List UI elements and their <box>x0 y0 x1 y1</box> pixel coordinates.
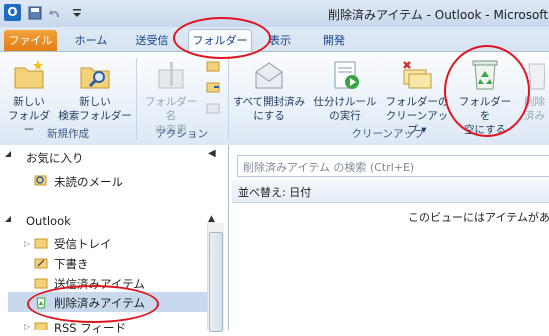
open-envelope-icon <box>252 58 286 92</box>
nav-scrollbar-thumb[interactable] <box>209 232 223 332</box>
tab-view[interactable]: 表示 <box>260 30 300 52</box>
run-rules-icon <box>328 58 362 92</box>
collapse-account-icon[interactable] <box>4 215 12 225</box>
group-label-cleanup: クリーンアップ <box>351 128 425 140</box>
group-label-actions: アクション <box>156 128 208 140</box>
collapse-favorites-icon[interactable] <box>4 150 12 160</box>
tab-folder[interactable]: フォルダー <box>188 29 252 53</box>
sort-bar[interactable]: 並べ替え: 日付 <box>232 180 549 203</box>
run-rules-label-1: 仕分けルール <box>313 96 377 108</box>
nav-deleted-items[interactable]: 削除済みアイテム <box>54 295 145 311</box>
new-folder-label-1: 新しい <box>13 96 45 108</box>
new-search-folder-label-2: 検索フォルダー <box>58 110 132 122</box>
undo-icon[interactable] <box>48 6 62 20</box>
cleanup-folder-label-1: フォルダーの <box>385 96 449 108</box>
delete-all-label-2: 済み <box>524 110 545 122</box>
inbox-icon <box>34 236 48 250</box>
empty-folder-label-1: フォルダーを <box>458 96 512 122</box>
ribbon: 新しい フォルダー 新しい 検索フォルダー 新規作成 フォルダー名 の変更 アク… <box>0 51 549 146</box>
drafts-icon <box>34 256 48 270</box>
nav-drafts[interactable]: 下書き <box>54 256 89 272</box>
delete-all-button[interactable]: 削除 済み <box>520 58 549 123</box>
mark-all-read-button[interactable]: すべて開封済み にする <box>230 58 308 123</box>
delete-all-icon <box>525 58 546 92</box>
group-label-new: 新規作成 <box>47 128 89 140</box>
tab-file[interactable]: ファイル <box>4 30 57 52</box>
group-separator <box>228 58 229 140</box>
rename-folder-label-1: フォルダー名 <box>144 96 198 122</box>
new-search-folder-button[interactable]: 新しい 検索フォルダー <box>58 58 132 123</box>
new-folder-icon <box>12 58 46 92</box>
window-title: 削除済みアイテム - Outlook - Microsoft O <box>328 8 549 22</box>
mark-all-read-label-1: すべて開封済み <box>232 96 306 108</box>
outlook-app-icon[interactable]: O <box>4 4 21 21</box>
empty-view-message: このビューにはアイテムがありま <box>408 211 549 224</box>
search-placeholder: 削除済みアイテム の検索 (Ctrl+E) <box>243 161 415 174</box>
mark-all-read-label-2: にする <box>253 110 285 122</box>
group-separator <box>136 58 137 140</box>
new-search-folder-label-1: 新しい <box>79 96 111 108</box>
search-folder-small-icon <box>34 173 48 187</box>
nav-unread-mail[interactable]: 未読のメール <box>54 174 123 190</box>
nav-account-outlook[interactable]: Outlook <box>26 214 71 228</box>
run-rules-button[interactable]: 仕分けルール の実行 <box>310 58 380 123</box>
qat-customize-icon[interactable] <box>72 6 82 20</box>
pane-minimize-icon[interactable]: ◀ <box>208 148 224 162</box>
rss-icon <box>34 320 48 330</box>
copy-folder-icon[interactable] <box>205 58 221 74</box>
sent-items-icon <box>34 276 48 290</box>
expand-inbox-icon[interactable]: ▷ <box>24 239 30 248</box>
deleted-items-icon <box>34 295 48 309</box>
save-icon[interactable] <box>28 6 42 20</box>
run-rules-label-2: の実行 <box>329 110 361 122</box>
delete-folder-icon[interactable] <box>205 100 221 116</box>
move-folder-icon[interactable] <box>205 79 221 95</box>
title-bar: O 削除済みアイテム - Outlook - Microsoft O <box>0 0 549 28</box>
sort-label: 並べ替え: 日付 <box>238 186 312 199</box>
nav-favorites[interactable]: お気に入り <box>26 150 84 166</box>
search-folder-icon <box>78 58 112 92</box>
cleanup-envelopes-icon <box>400 58 434 92</box>
search-input[interactable]: 削除済みアイテム の検索 (Ctrl+E) <box>237 155 549 177</box>
recycle-bin-icon <box>468 58 502 92</box>
tab-developer[interactable]: 開発 <box>314 30 354 52</box>
tab-send-receive[interactable]: 送受信 <box>124 30 180 52</box>
rename-folder-icon <box>154 58 188 92</box>
ribbon-tabs: ファイル ホーム 送受信 フォルダー 表示 開発 <box>0 27 549 53</box>
nav-rss-feeds[interactable]: RSS フィード <box>54 320 126 336</box>
tab-home[interactable]: ホーム <box>66 30 116 52</box>
nav-sent-items[interactable]: 送信済みアイテム <box>54 276 145 292</box>
delete-all-label-1: 削除 <box>524 96 545 108</box>
nav-inbox[interactable]: 受信トレイ <box>54 236 112 252</box>
